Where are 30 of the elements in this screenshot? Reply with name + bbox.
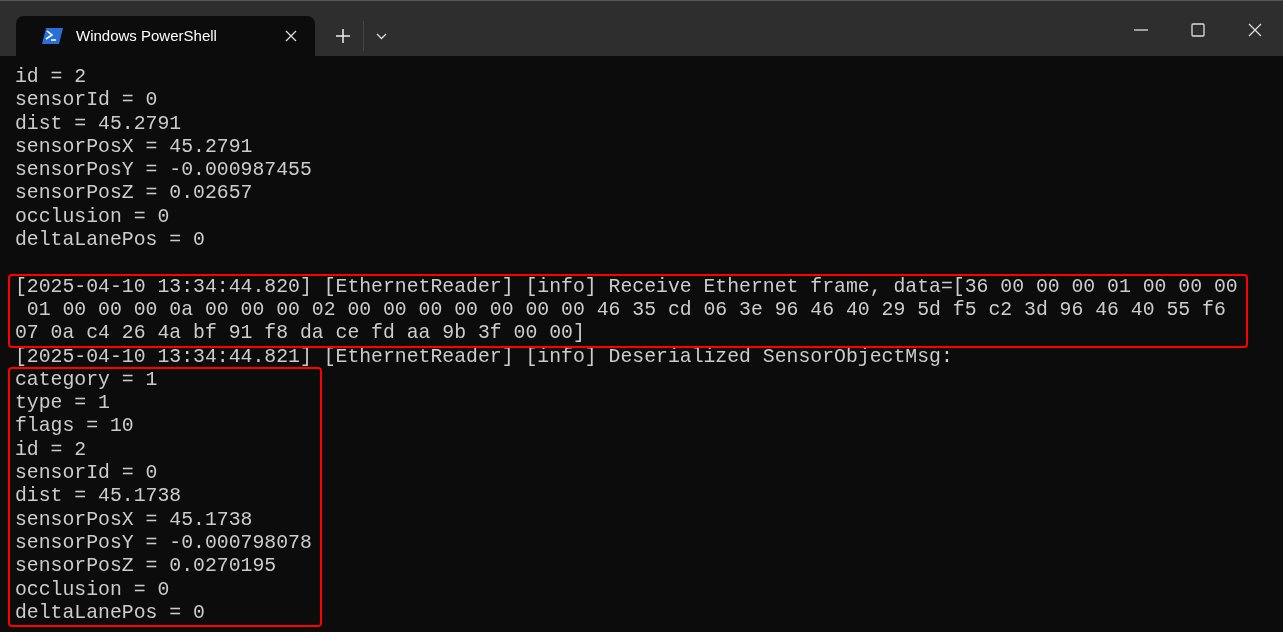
terminal-tab[interactable]: Windows PowerShell xyxy=(16,16,315,56)
output-line: sensorId = 0 xyxy=(15,462,159,486)
output-line: [2025-04-10 13:34:44.820] [EthernetReader] [info] Receive Ethernet frame, data=[36 00 00 00 01 00 00 00 xyxy=(15,275,1238,299)
output-line: occlusion = 0 xyxy=(15,205,171,230)
output-line: deltaLanePos = 0 xyxy=(15,229,206,253)
new-tab-icon[interactable] xyxy=(336,29,350,43)
output-line: sensorPosY = -0.000987455 xyxy=(15,159,313,183)
output-line: 01 00 00 00 0a 00 00 00 02 00 00 00 00 00 00 00 46 35 cd 06 3e 96 46 40 29 5d f5 c2 3d 96 46 40 55 f6 xyxy=(25,298,1227,323)
output-line: sensorPosZ = 0.02657 xyxy=(15,182,254,206)
output-line: sensorPosX = 45.2791 xyxy=(15,135,254,160)
output-line: sensorPosY = -0.000798078 xyxy=(15,531,312,556)
powershell-icon xyxy=(42,27,64,45)
output-line: flags = 10 xyxy=(15,415,135,439)
output-line: deltaLanePos = 0 xyxy=(15,601,206,626)
output-line: dist = 45.1738 xyxy=(15,485,183,509)
output-line: occlusion = 0 xyxy=(15,578,171,602)
maximize-icon[interactable] xyxy=(1191,23,1205,37)
output-line: 07 0a c4 26 4a bf 91 f8 da ce fd aa 9b 3f 00 00] xyxy=(15,322,586,346)
output-line: sensorId = 0 xyxy=(15,89,159,113)
output-line: sensorPosZ = 0.0270195 xyxy=(15,555,278,579)
output-line: sensorPosX = 45.1738 xyxy=(15,508,254,532)
output-line: id = 2 xyxy=(15,438,88,463)
close-window-icon[interactable] xyxy=(1248,23,1262,37)
close-icon[interactable] xyxy=(285,30,297,42)
output-line: type = 1 xyxy=(15,392,111,416)
output-line: category = 1 xyxy=(15,368,159,393)
dropdown-icon[interactable] xyxy=(376,32,387,40)
output-line: id = 2 xyxy=(15,66,88,90)
output-line: dist = 45.2791 xyxy=(15,112,183,136)
tab-title: Windows PowerShell xyxy=(76,25,217,46)
